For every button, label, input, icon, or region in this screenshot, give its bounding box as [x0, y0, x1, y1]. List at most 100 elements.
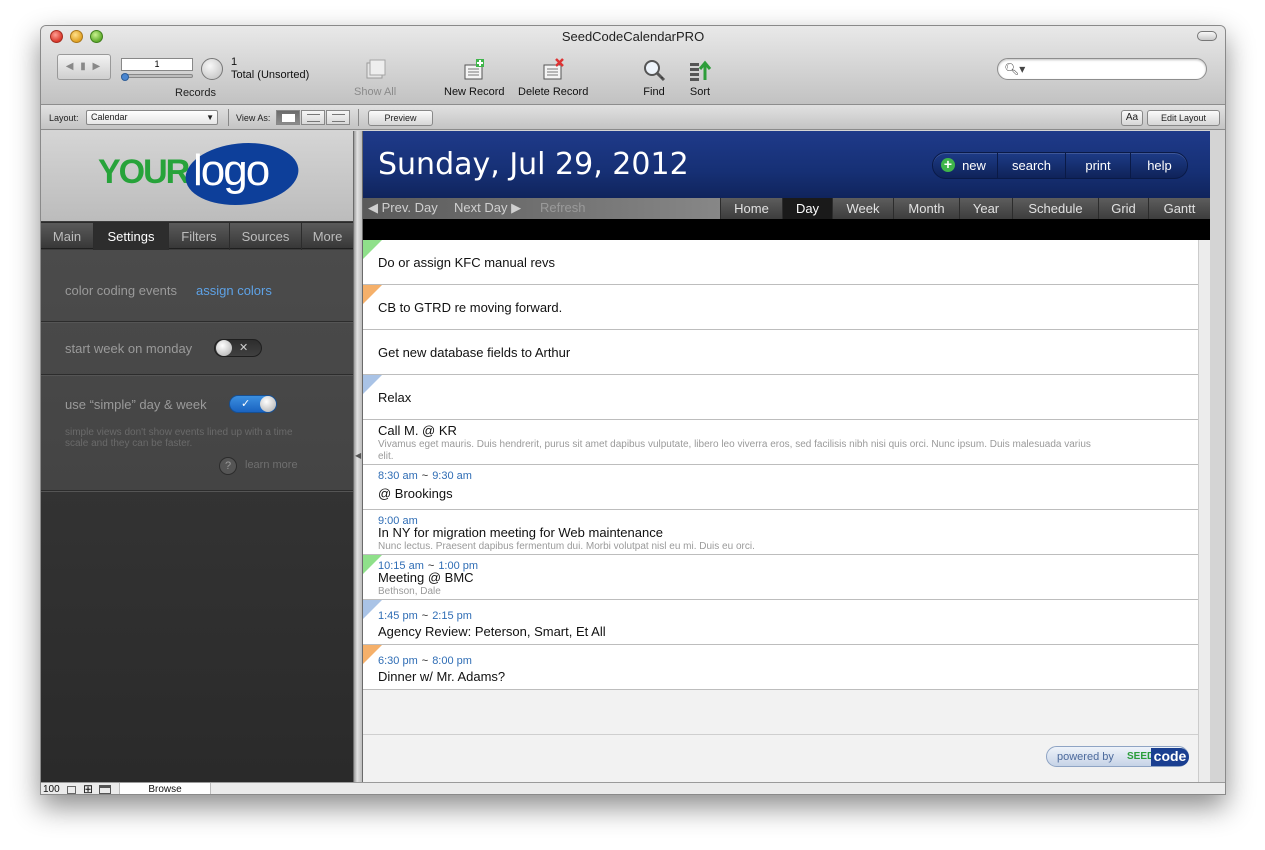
refresh-link[interactable]: Refresh [540, 200, 586, 215]
edit-layout-button[interactable]: Edit Layout [1147, 110, 1220, 126]
logo-logo-text: logo [193, 146, 270, 195]
triangle-right-icon: ▶ [507, 200, 522, 215]
record-slider-handle[interactable] [121, 73, 129, 81]
event-list-scrollbar[interactable] [1198, 240, 1210, 782]
search-button[interactable]: search [998, 153, 1066, 178]
event-row[interactable]: 9:00 am In NY for migration meeting for … [363, 510, 1198, 555]
event-time: 8:30 am ~9:30 am [378, 470, 472, 482]
simple-views-toggle[interactable]: ✓ [229, 395, 277, 413]
divider [358, 109, 359, 126]
setting-start-week: start week on monday ✕ [41, 322, 353, 375]
tab-grid[interactable]: Grid [1098, 198, 1148, 219]
chevron-down-icon: ▼ [206, 113, 214, 122]
event-row[interactable]: 8:30 am ~9:30 am @ Brookings [363, 465, 1198, 510]
powered-code-text: code [1151, 748, 1189, 766]
divider [363, 734, 1198, 735]
event-row[interactable]: Do or assign KFC manual revs [363, 240, 1198, 285]
help-question-icon[interactable]: ? [219, 457, 237, 475]
form-view-icon [282, 114, 295, 122]
mode-popup[interactable]: Browse [119, 783, 211, 794]
formatting-bar-button[interactable]: Aa [1121, 110, 1143, 126]
new-record-button[interactable]: New Record [444, 58, 505, 98]
quick-find-search-input[interactable]: 🔍︎▾ [997, 58, 1207, 80]
event-row[interactable]: 10:15 am ~1:00 pm Meeting @ BMC Bethson, … [363, 555, 1198, 600]
record-book-icon[interactable]: ◀ ▮ ▶ [57, 54, 111, 80]
event-end-time: 8:00 pm [432, 655, 472, 667]
tab-year[interactable]: Year [959, 198, 1012, 219]
event-description: Bethson, Dale [378, 586, 441, 597]
tab-gantt[interactable]: Gantt [1148, 198, 1210, 219]
new-record-icon [462, 58, 486, 82]
setting-color-coding: color coding events assign colors [41, 250, 353, 322]
tab-main[interactable]: Main [41, 223, 94, 250]
event-row[interactable]: 6:30 pm ~8:00 pm Dinner w/ Mr. Adams? [363, 645, 1198, 690]
new-event-button[interactable]: + new [933, 153, 998, 178]
sort-button[interactable]: Sort [688, 58, 712, 98]
preview-button[interactable]: Preview [368, 110, 433, 126]
zoom-in-icon[interactable]: ⊞ [83, 783, 93, 794]
record-slider[interactable] [121, 74, 193, 78]
tab-month[interactable]: Month [893, 198, 959, 219]
zoom-level[interactable]: 100 [43, 784, 60, 794]
learn-more-link[interactable]: learn more [245, 459, 298, 471]
panel-splitter[interactable]: ◀ [353, 131, 363, 782]
prev-day-link[interactable]: ◀ Prev. Day [368, 200, 438, 216]
show-all-button[interactable]: Show All [354, 58, 396, 98]
event-row[interactable]: Relax [363, 375, 1198, 420]
divider [228, 109, 229, 126]
status-toolbar-toggle-icon[interactable] [99, 785, 111, 794]
event-title: Meeting @ BMC [378, 570, 474, 585]
tab-sources[interactable]: Sources [230, 223, 302, 250]
toolbar-toggle-button[interactable] [1197, 31, 1217, 41]
simple-views-help: simple views don't show events lined up … [65, 427, 293, 449]
calendar-panel: Sunday, Jul 29, 2012 + new search print … [363, 131, 1210, 782]
print-button[interactable]: print [1066, 153, 1131, 178]
view-as-list-button[interactable] [301, 110, 325, 125]
new-record-label: New Record [444, 86, 505, 98]
event-row[interactable]: Call M. @ KR Vivamus eget mauris. Duis h… [363, 420, 1198, 465]
assign-colors-link[interactable]: assign colors [196, 283, 272, 298]
view-as-label: View As: [236, 113, 271, 123]
help-button[interactable]: help [1131, 153, 1188, 178]
simple-views-label: use “simple” day & week [65, 397, 207, 412]
layout-select[interactable]: Calendar ▼ [86, 110, 218, 125]
powered-by-badge[interactable]: powered by SEED code [1046, 746, 1189, 767]
delete-record-button[interactable]: Delete Record [518, 58, 588, 98]
tab-more[interactable]: More [302, 223, 353, 250]
toggle-knob [260, 396, 276, 412]
find-label: Find [643, 86, 665, 98]
header-band [363, 219, 1210, 240]
find-button[interactable]: Find [642, 58, 666, 98]
start-week-toggle[interactable]: ✕ [214, 339, 262, 357]
event-row[interactable]: Get new database fields to Arthur [363, 330, 1198, 375]
view-as-table-button[interactable] [326, 110, 350, 125]
tab-day[interactable]: Day [782, 198, 832, 219]
event-row[interactable]: CB to GTRD re moving forward. [363, 285, 1198, 330]
sort-icon [688, 58, 712, 82]
tab-settings[interactable]: Settings [94, 223, 169, 250]
event-title: Dinner w/ Mr. Adams? [378, 669, 506, 684]
event-start-time: 8:30 am [378, 470, 418, 482]
found-set-pie-icon[interactable] [201, 58, 223, 80]
setting-simple-views: use “simple” day & week ✓ simple views d… [41, 375, 353, 491]
tab-week[interactable]: Week [832, 198, 893, 219]
event-description-continued: elit. [378, 451, 394, 462]
calendar-header: Sunday, Jul 29, 2012 + new search print … [363, 131, 1210, 198]
list-view-icon [307, 114, 320, 122]
event-row[interactable]: 1:45 pm ~2:15 pm Agency Review: Peterson,… [363, 600, 1198, 645]
next-day-link[interactable]: Next Day ▶ [454, 200, 521, 216]
calendar-actions: + new search print help [932, 152, 1188, 179]
search-icon: 🔍︎▾ [1004, 62, 1026, 76]
zoom-out-icon[interactable] [67, 786, 76, 794]
settings-panel: color coding events assign colors start … [41, 250, 353, 782]
collapse-arrow-icon[interactable]: ◀ [355, 451, 361, 460]
layout-label: Layout: [49, 113, 79, 123]
show-all-label: Show All [354, 86, 397, 98]
view-as-form-button[interactable] [276, 110, 300, 125]
record-number-field[interactable]: 1 [121, 58, 193, 71]
tab-schedule[interactable]: Schedule [1012, 198, 1098, 219]
time-separator: ~ [421, 470, 429, 482]
tab-filters[interactable]: Filters [169, 223, 230, 250]
toggle-knob [216, 340, 232, 356]
tab-home[interactable]: Home [720, 198, 782, 219]
